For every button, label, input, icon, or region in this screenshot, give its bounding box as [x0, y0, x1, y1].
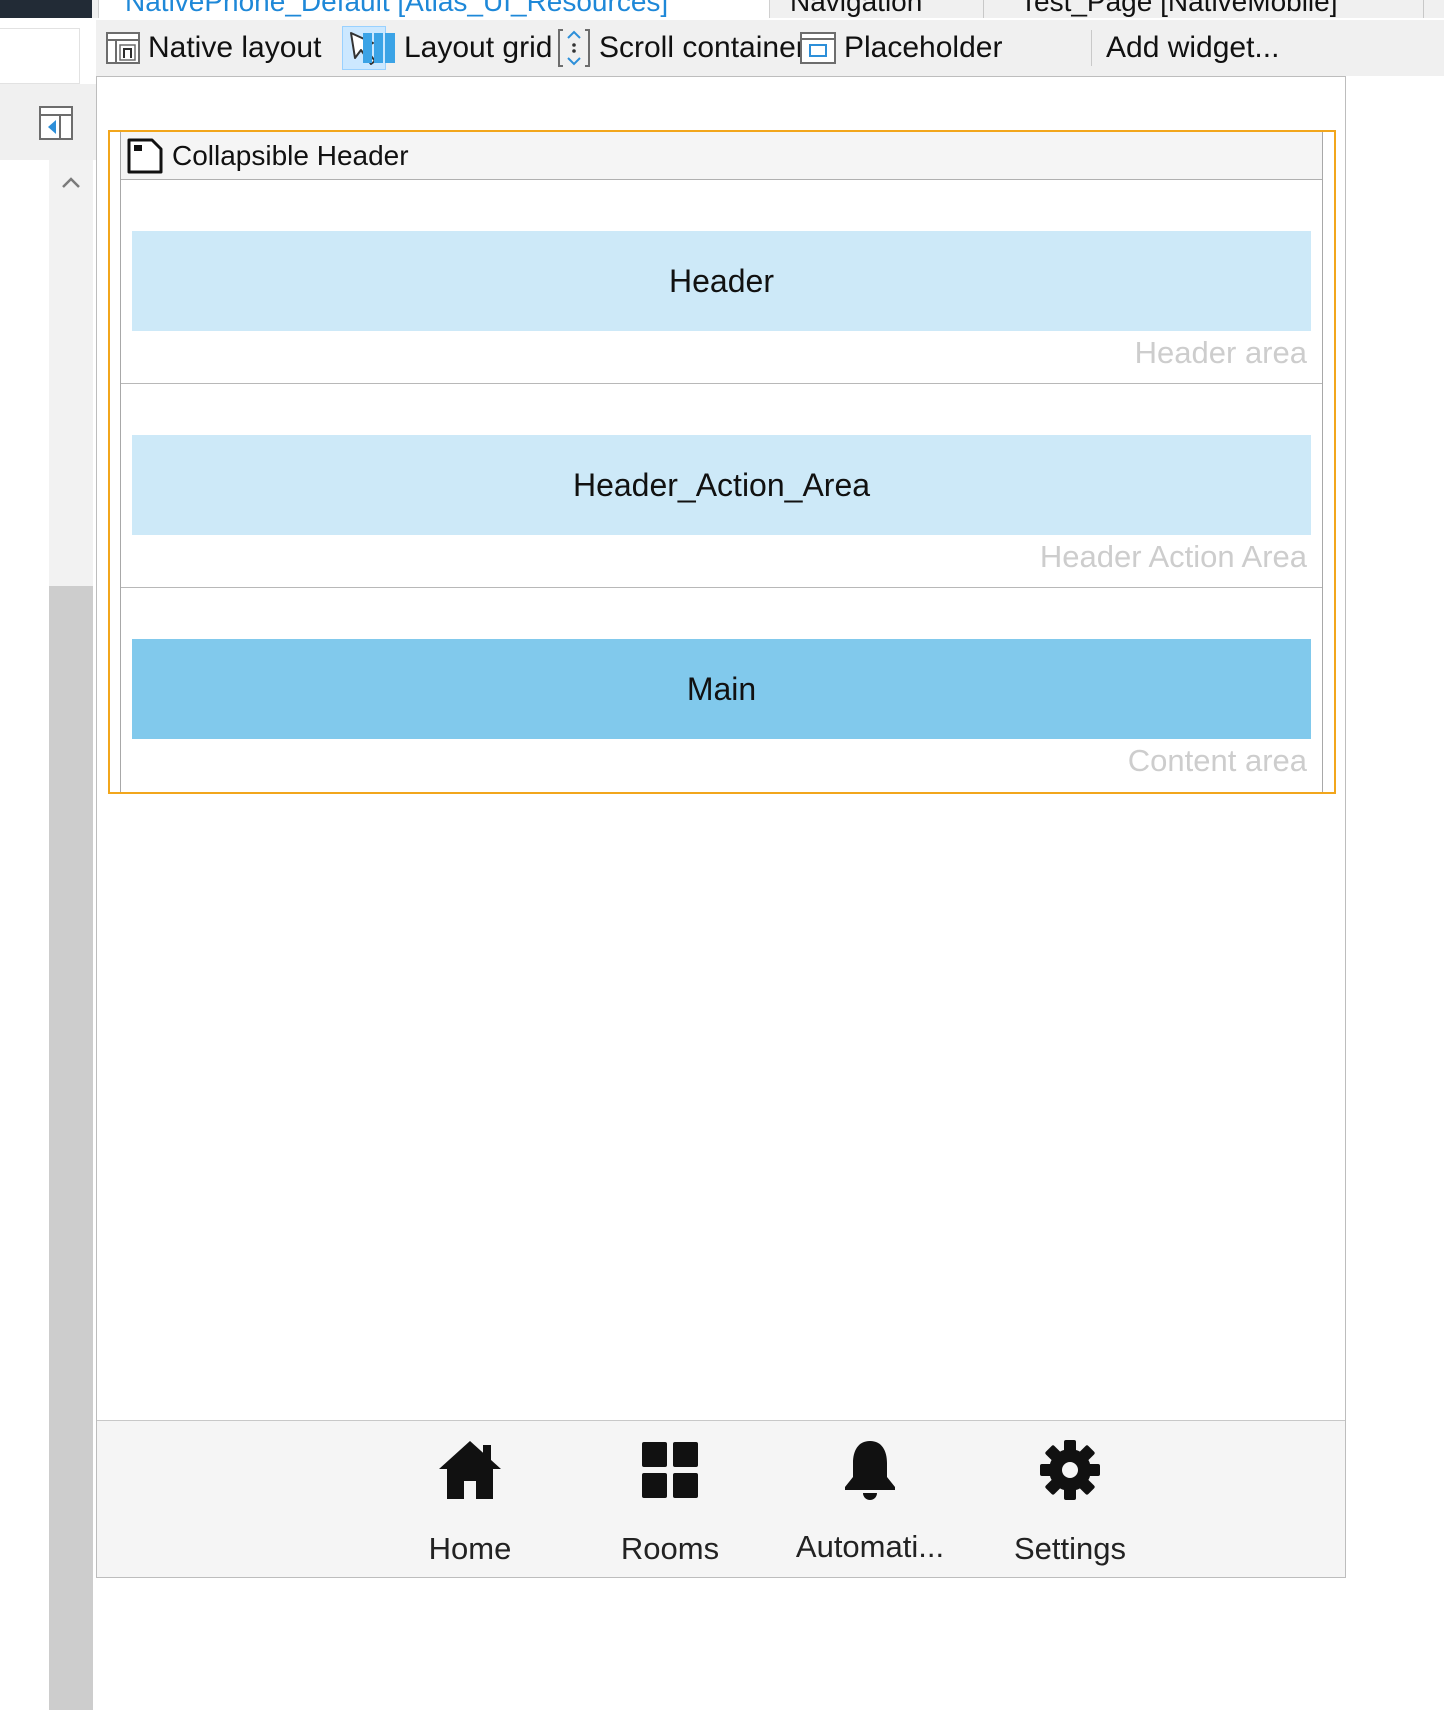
- nav-item-rooms[interactable]: Rooms: [570, 1431, 770, 1571]
- collapsible-header-icon: [127, 138, 163, 173]
- collapse-panel-icon[interactable]: [38, 105, 74, 141]
- collapsible-header-body: Collapsible Header Header Header area He…: [120, 132, 1323, 792]
- layout-grid-label: Layout grid: [404, 31, 553, 64]
- page-editor-toolbar: Native layout Layout grid Scroll contain…: [96, 20, 1444, 76]
- nav-item-home[interactable]: Home: [370, 1431, 570, 1571]
- bottom-navigation: Home Rooms Automati... Settings: [97, 1420, 1345, 1577]
- tab-navigation[interactable]: Navigation: [764, 0, 984, 18]
- gear-icon: [1040, 1440, 1100, 1500]
- widget-title-bar[interactable]: Collapsible Header: [121, 132, 1322, 180]
- placeholder-icon: [800, 32, 836, 64]
- bell-icon: [845, 1441, 895, 1500]
- collapsible-header-widget[interactable]: Collapsible Header Header Header area He…: [108, 130, 1336, 794]
- nav-item-automations[interactable]: Automati...: [770, 1431, 970, 1571]
- native-layout-button[interactable]: Native layout: [106, 24, 321, 72]
- content-area-label: Content area: [1127, 743, 1307, 778]
- window-corner: [0, 0, 92, 18]
- left-panel-header: [0, 28, 80, 84]
- scroll-container-label: Scroll container: [599, 31, 806, 64]
- content-region[interactable]: Main Content area: [121, 588, 1322, 792]
- layout-grid-button[interactable]: Layout grid: [362, 24, 552, 72]
- scrollbar-thumb[interactable]: [49, 586, 93, 1710]
- nav-label-automations: Automati...: [795, 1529, 945, 1564]
- add-widget-button[interactable]: Add widget...: [1106, 24, 1279, 72]
- home-icon: [439, 1441, 501, 1499]
- header-placeholder[interactable]: Header: [132, 231, 1311, 331]
- nav-item-settings[interactable]: Settings: [970, 1431, 1170, 1571]
- nav-label-home: Home: [428, 1531, 512, 1566]
- scroll-container-button[interactable]: Scroll container: [557, 24, 806, 72]
- header-action-region[interactable]: Header_Action_Area Header Action Area: [121, 384, 1322, 588]
- header-area-label: Header area: [1134, 335, 1307, 370]
- add-widget-label: Add widget...: [1106, 31, 1280, 64]
- page-canvas: Collapsible Header Header Header area He…: [96, 76, 1346, 1578]
- scroll-up-icon[interactable]: [58, 170, 84, 196]
- tab-nativephone-default[interactable]: NativePhone_Default [Atlas_UI_Resources]: [98, 0, 770, 18]
- header-action-placeholder[interactable]: Header_Action_Area: [132, 435, 1311, 535]
- placeholder-label: Placeholder: [844, 31, 1003, 64]
- native-layout-label: Native layout: [148, 31, 322, 64]
- main-placeholder[interactable]: Main: [132, 639, 1311, 739]
- nav-label-settings: Settings: [1013, 1531, 1126, 1566]
- toolbar-separator: [1091, 30, 1092, 66]
- nav-label-rooms: Rooms: [620, 1531, 720, 1566]
- grid-icon: [642, 1442, 698, 1498]
- header-action-area-label: Header Action Area: [1039, 539, 1307, 574]
- header-region[interactable]: Header Header area: [121, 180, 1322, 384]
- document-tab-bar: NativePhone_Default [Atlas_UI_Resources]…: [92, 0, 1444, 18]
- widget-title: Collapsible Header: [172, 139, 409, 171]
- placeholder-button[interactable]: Placeholder: [800, 24, 1002, 72]
- native-layout-icon: [106, 32, 140, 64]
- layout-grid-icon: [363, 33, 395, 63]
- scroll-container-icon: [558, 29, 590, 67]
- tab-test-page[interactable]: Test_Page [NativeMobile]: [994, 0, 1424, 18]
